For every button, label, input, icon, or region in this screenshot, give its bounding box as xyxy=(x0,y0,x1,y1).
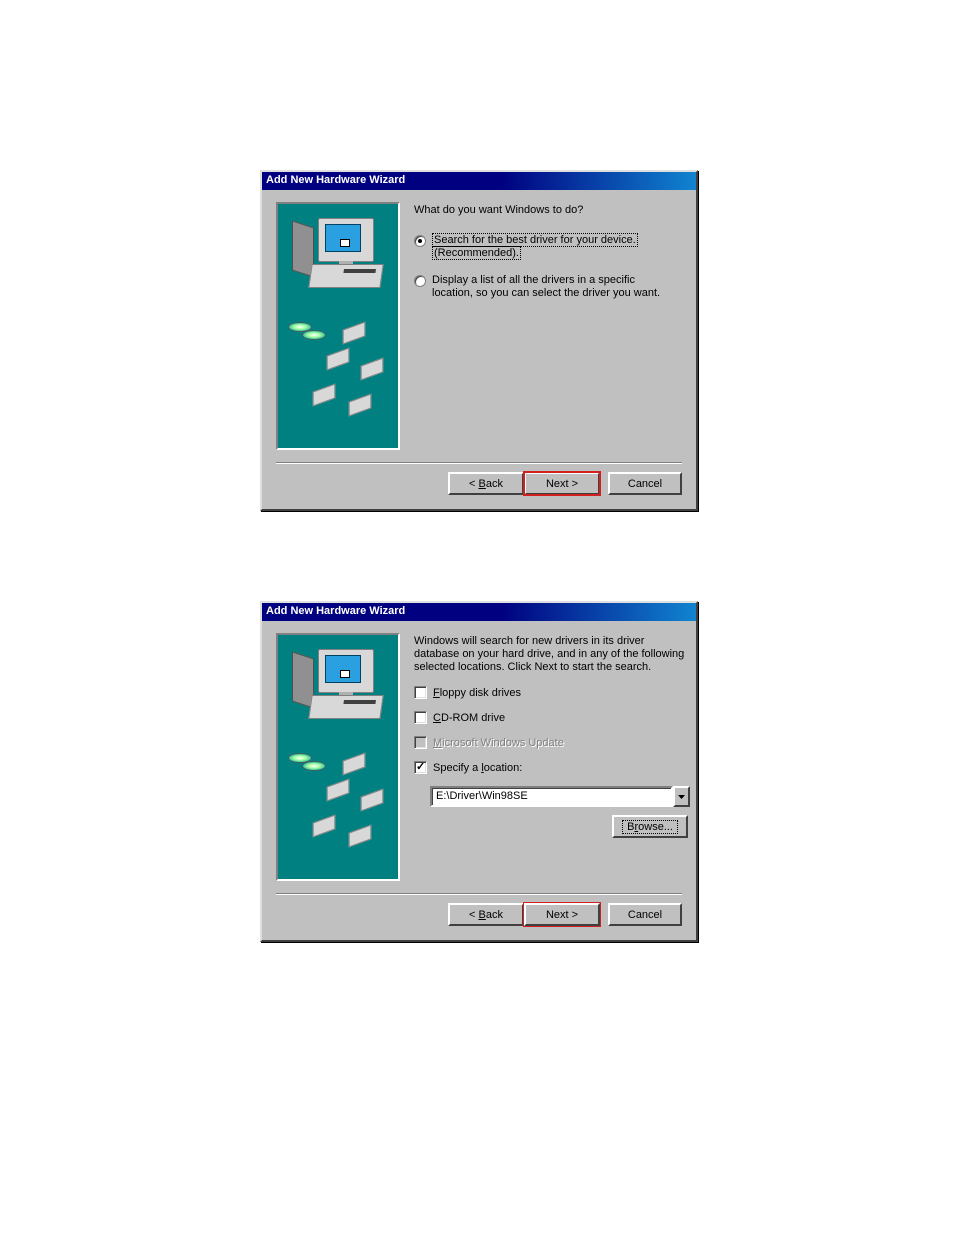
cancel-button[interactable]: Cancel xyxy=(608,903,682,926)
hardware-wizard-dialog-2: Add New Hardware Wizard Windows will sea… xyxy=(260,601,698,942)
next-label: Next > xyxy=(546,478,578,490)
radio-icon xyxy=(414,275,426,287)
checkbox-icon xyxy=(414,686,427,699)
cancel-label: Cancel xyxy=(628,478,662,490)
check-specify-location[interactable]: Specify a location: xyxy=(414,761,690,774)
check-windows-update: Microsoft Windows Update xyxy=(414,736,690,749)
dialog-title: Add New Hardware Wizard xyxy=(266,174,405,186)
radio-icon xyxy=(414,235,426,247)
hardware-wizard-dialog-1: Add New Hardware Wizard What do you want… xyxy=(260,170,698,511)
button-row: < Back Next > Cancel xyxy=(262,464,696,509)
cancel-button[interactable]: Cancel xyxy=(608,472,682,495)
back-button[interactable]: < Back xyxy=(448,903,524,926)
dialog-title: Add New Hardware Wizard xyxy=(266,605,405,617)
check-floppy[interactable]: Floppy disk drives xyxy=(414,686,690,699)
back-button[interactable]: < Back xyxy=(448,472,524,495)
checkbox-icon xyxy=(414,711,427,724)
button-row: < Back Next > Cancel xyxy=(262,895,696,940)
cancel-label: Cancel xyxy=(628,909,662,921)
radio-label-line2: location, so you can select the driver y… xyxy=(432,287,660,299)
check-label: Floppy disk drives xyxy=(433,687,521,699)
wizard-graphic xyxy=(276,202,400,450)
check-label: Microsoft Windows Update xyxy=(433,737,564,749)
radio-search-best[interactable]: Search for the best driver for your devi… xyxy=(414,234,682,260)
check-cdrom[interactable]: CD-ROM drive xyxy=(414,711,690,724)
next-button[interactable]: Next > xyxy=(524,903,600,926)
next-button[interactable]: Next > xyxy=(524,472,600,495)
radio-display-list[interactable]: Display a list of all the drivers in a s… xyxy=(414,274,682,300)
prompt-text: What do you want Windows to do? xyxy=(414,204,682,216)
browse-button[interactable]: Browse... xyxy=(612,815,688,838)
next-label: Next > xyxy=(546,909,578,921)
titlebar: Add New Hardware Wizard xyxy=(262,172,696,190)
location-input[interactable]: E:\Driver\Win98SE xyxy=(430,786,673,807)
radio-label-line1: Display a list of all the drivers in a s… xyxy=(432,274,635,286)
chevron-down-icon xyxy=(678,795,685,799)
intro-text: Windows will search for new drivers in i… xyxy=(414,635,690,674)
checkbox-icon xyxy=(414,736,427,749)
radio-label-line1: Search for the best driver for your devi… xyxy=(432,233,638,247)
wizard-graphic xyxy=(276,633,400,881)
check-label: CD-ROM drive xyxy=(433,712,505,724)
location-combo[interactable]: E:\Driver\Win98SE xyxy=(430,786,690,807)
dropdown-button[interactable] xyxy=(673,786,690,807)
titlebar: Add New Hardware Wizard xyxy=(262,603,696,621)
checkbox-icon xyxy=(414,761,427,774)
check-label: Specify a location: xyxy=(433,762,522,774)
radio-label-line2: (Recommended). xyxy=(432,246,521,260)
